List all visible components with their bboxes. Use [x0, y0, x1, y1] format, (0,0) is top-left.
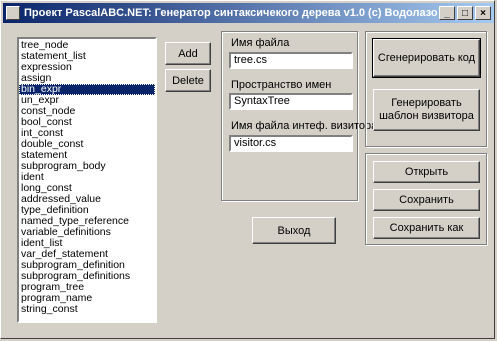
open-button[interactable]: Открыть [373, 161, 480, 183]
file-name-label: Имя файла [231, 37, 290, 49]
window-title: Проект PascalABC.NET: Генератор синтакси… [24, 7, 437, 19]
node-listbox[interactable]: tree_node statement_list expression assign b… [17, 37, 157, 323]
file-name-input[interactable]: tree.cs [229, 52, 353, 69]
node-list: tree_node statement_list expression assign b… [19, 39, 155, 315]
visitor-file-input[interactable]: visitor.cs [229, 135, 353, 152]
main-window: Проект PascalABC.NET: Генератор синтакси… [0, 0, 495, 339]
maximize-button[interactable]: □ [457, 6, 473, 20]
namespace-input[interactable]: SyntaxTree [229, 93, 353, 110]
app-icon [6, 6, 20, 20]
title-bar[interactable]: Проект PascalABC.NET: Генератор синтакси… [3, 3, 494, 23]
delete-button[interactable]: Delete [165, 69, 211, 92]
close-button[interactable]: × [475, 6, 491, 20]
save-button[interactable]: Сохранить [373, 189, 480, 211]
list-item[interactable]: string_const [19, 304, 155, 315]
save-as-button[interactable]: Сохранить как [373, 217, 480, 239]
exit-button[interactable]: Выход [252, 217, 336, 244]
namespace-label: Пространство имен [231, 79, 332, 91]
add-button[interactable]: Add [165, 42, 211, 65]
generate-visitor-button[interactable]: Генерировать шаблон визвитора [373, 89, 480, 131]
visitor-file-label: Имя файла интеф. визитора [231, 120, 378, 132]
minimize-button[interactable]: _ [439, 6, 455, 20]
generate-code-button[interactable]: Сгенерировать код [372, 38, 481, 78]
